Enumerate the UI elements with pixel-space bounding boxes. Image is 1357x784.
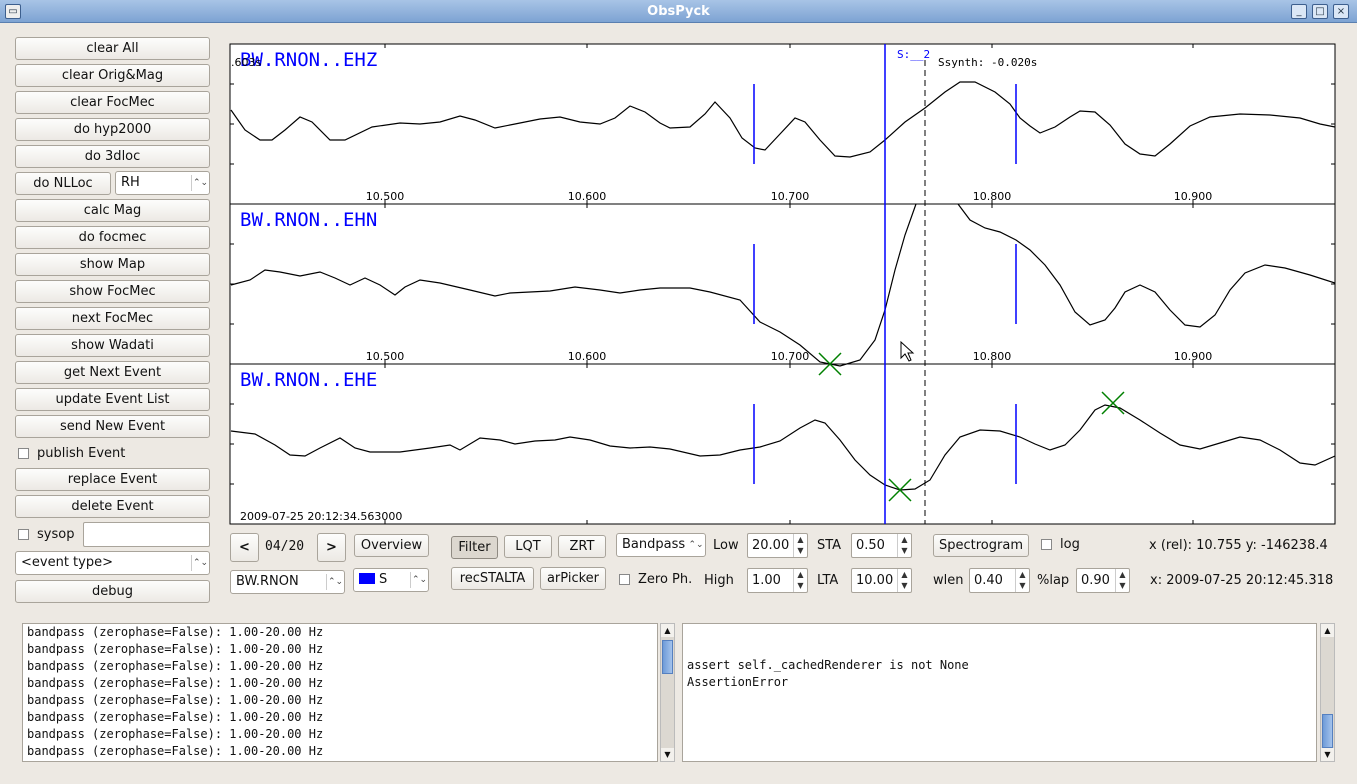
wlen-spinbox[interactable]: 0.40 ▲ ▼ bbox=[969, 568, 1030, 593]
phase-select[interactable]: S ⌃⌄ bbox=[353, 568, 429, 592]
phase-value: S bbox=[379, 572, 388, 587]
filter-button[interactable]: Filter bbox=[451, 536, 498, 559]
overview-button[interactable]: Overview bbox=[354, 534, 429, 557]
log-line: bandpass (zerophase=False): 1.00-20.00 H… bbox=[27, 676, 324, 690]
log-output-pane[interactable]: bandpass (zerophase=False): 1.00-20.00 H… bbox=[22, 623, 658, 762]
spin-arrows-icon[interactable]: ▲ ▼ bbox=[793, 534, 807, 557]
overlap-spinbox[interactable]: 0.90 ▲ ▼ bbox=[1076, 568, 1130, 593]
x-tick-label: 10.500 bbox=[366, 350, 405, 363]
log-line: bandpass (zerophase=False): 1.00-20.00 H… bbox=[27, 625, 324, 639]
lta-spinbox[interactable]: 10.00 ▲ ▼ bbox=[851, 568, 912, 593]
log-line: AssertionError bbox=[687, 675, 789, 689]
trace-label: BW.RNON..EHE bbox=[240, 369, 377, 391]
cursor-abs-readout: x: 2009-07-25 20:12:45.318 bbox=[1150, 573, 1334, 588]
phase-color-swatch bbox=[359, 573, 375, 584]
wlen-label: wlen bbox=[933, 573, 964, 588]
zerophase-checbox[interactable] bbox=[619, 574, 630, 585]
log-label: log bbox=[1060, 537, 1080, 552]
overlap-label: %lap bbox=[1037, 573, 1070, 588]
x-tick-label: 10.900 bbox=[1174, 190, 1213, 203]
x-tick-label: 10.600 bbox=[568, 190, 607, 203]
error-scrollbar[interactable]: ▲ ▼ bbox=[1320, 623, 1335, 762]
log-line: bandpass (zerophase=False): 1.00-20.00 H… bbox=[27, 727, 324, 741]
spin-arrows-icon[interactable]: ▲ ▼ bbox=[1015, 569, 1029, 592]
filter-type-select[interactable]: Bandpass ⌃⌄ bbox=[616, 533, 706, 557]
station-select[interactable]: BW.RNON ⌃⌄ bbox=[230, 570, 345, 594]
high-freq-spinbox-value: 1.00 bbox=[752, 573, 781, 588]
x-tick-label: 10.500 bbox=[366, 190, 405, 203]
log-line: bandpass (zerophase=False): 1.00-20.00 H… bbox=[27, 642, 324, 656]
log-line: bandpass (zerophase=False): 1.00-20.00 H… bbox=[27, 710, 324, 724]
event-counter: 04/20 bbox=[265, 539, 305, 554]
lqt-button[interactable]: LQT bbox=[504, 535, 552, 558]
spin-arrows-icon[interactable]: ▲ ▼ bbox=[1115, 569, 1129, 592]
spectrogram-button[interactable]: Spectrogram bbox=[933, 534, 1029, 557]
start-time-label: 2009-07-25 20:12:34.563000 bbox=[240, 510, 402, 523]
wlen-spinbox-value: 0.40 bbox=[974, 573, 1003, 588]
log-line: assert self._cachedRenderer is not None bbox=[687, 658, 969, 672]
low-freq-spinbox-value: 20.00 bbox=[752, 538, 790, 553]
log-line: bandpass (zerophase=False): 1.00-20.00 H… bbox=[27, 693, 324, 707]
high-label: High bbox=[704, 573, 734, 588]
sta-label: STA bbox=[817, 538, 842, 553]
zrt-button[interactable]: ZRT bbox=[558, 535, 606, 558]
spin-arrows-icon[interactable]: ▲ ▼ bbox=[793, 569, 807, 592]
overlap-spinbox-value: 0.90 bbox=[1081, 573, 1110, 588]
station-value: BW.RNON bbox=[236, 574, 299, 589]
trace-label: BW.RNON..EHN bbox=[240, 209, 377, 231]
arpicker-button[interactable]: arPicker bbox=[540, 567, 606, 590]
x-tick-label: 10.800 bbox=[973, 350, 1012, 363]
error-output-pane[interactable]: assert self._cachedRenderer is not None A… bbox=[682, 623, 1317, 762]
high-freq-spinbox[interactable]: 1.00 ▲ ▼ bbox=[747, 568, 808, 593]
s-synthetic-label: Ssynth: -0.020s bbox=[938, 56, 1037, 69]
log-line: bandpass (zerophase=False): 1.00-20.00 H… bbox=[27, 659, 324, 673]
x-tick-label: 10.800 bbox=[973, 190, 1012, 203]
x-tick-label: 10.700 bbox=[771, 350, 810, 363]
log-line: bandpass (zerophase=False): 1.00-20.00 H… bbox=[27, 744, 324, 758]
s-pick-label: S:__2 bbox=[897, 48, 930, 61]
log-scrollbar[interactable]: ▲ ▼ bbox=[660, 623, 675, 762]
zerophase-label: Zero Ph. bbox=[638, 572, 693, 587]
offset-label: .603s bbox=[231, 56, 261, 69]
filter-type-value: Bandpass bbox=[622, 537, 686, 552]
prev-event-button[interactable]: < bbox=[230, 533, 259, 562]
low-label: Low bbox=[713, 538, 739, 553]
low-freq-spinbox[interactable]: 20.00 ▲ ▼ bbox=[747, 533, 808, 558]
spin-arrows-icon[interactable]: ▲ ▼ bbox=[897, 569, 911, 592]
x-tick-label: 10.900 bbox=[1174, 350, 1213, 363]
lta-spinbox-value: 10.00 bbox=[856, 573, 894, 588]
chevron-updown-icon: ⌃⌄ bbox=[688, 540, 704, 550]
chevron-updown-icon: ⌃⌄ bbox=[410, 572, 428, 588]
log-checkbox[interactable] bbox=[1041, 539, 1052, 550]
chevron-updown-icon: ⌃⌄ bbox=[326, 574, 344, 590]
recstalta-button[interactable]: recSTALTA bbox=[451, 567, 534, 590]
spin-arrows-icon[interactable]: ▲ ▼ bbox=[897, 534, 911, 557]
next-event-button[interactable]: > bbox=[317, 533, 346, 562]
sta-spinbox-value: 0.50 bbox=[856, 538, 885, 553]
cursor-rel-readout: x (rel): 10.755 y: -146238.4 bbox=[1149, 538, 1328, 553]
sta-spinbox[interactable]: 0.50 ▲ ▼ bbox=[851, 533, 912, 558]
x-tick-label: 10.600 bbox=[568, 350, 607, 363]
x-tick-label: 10.700 bbox=[771, 190, 810, 203]
lta-label: LTA bbox=[817, 573, 839, 588]
